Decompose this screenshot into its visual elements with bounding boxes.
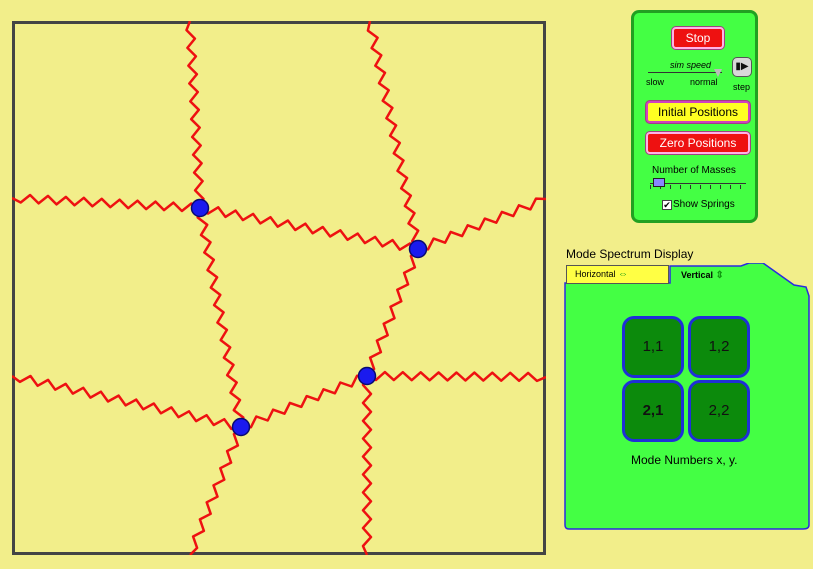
mass[interactable] [190,198,210,218]
number-of-masses-label: Number of Masses [652,165,736,176]
step-label: step [733,82,751,92]
horizontal-arrows-icon: ⇔ [618,269,629,280]
mode-panel-background [564,263,810,530]
simulation-boundary [12,21,546,555]
slider-tick [740,185,741,189]
mode-numbers-caption: Mode Numbers x, y. [631,453,738,467]
simulation-area[interactable] [12,21,546,555]
step-button[interactable]: ▮▶ [732,57,752,77]
slider-tick [700,185,701,189]
mode-button-2-1[interactable]: 2,1 [622,380,684,442]
tab-horizontal-label: Horizontal [575,269,616,279]
control-panel: Stop sim speed slow normal ▮▶ step Initi… [631,10,758,223]
slider-tick [670,185,671,189]
show-springs-toggle[interactable]: ✔ Show Springs [662,199,735,210]
speed-slow-label: slow [646,77,665,87]
vertical-arrows-icon: ⇕ [715,270,724,281]
mode-spectrum-title: Mode Spectrum Display [566,247,694,261]
zero-positions-button[interactable]: Zero Positions [646,132,750,154]
mass[interactable] [357,366,377,386]
slider-tick [690,185,691,189]
slider-tick [730,185,731,189]
mode-button-2-2[interactable]: 2,2 [688,380,750,442]
mode-button-1-2[interactable]: 1,2 [688,316,750,378]
tab-vertical[interactable]: Vertical ⇕ [681,269,741,283]
tab-vertical-label: Vertical [681,270,714,280]
show-springs-checkbox[interactable]: ✔ [662,199,672,210]
stop-button[interactable]: Stop [672,27,724,49]
slider-tick [650,185,651,189]
slider-tick [710,185,711,189]
show-springs-label: Show Springs [673,199,735,210]
checkmark-icon: ✔ [663,199,671,210]
mass[interactable] [408,239,428,259]
initial-positions-button[interactable]: Initial Positions [646,101,750,123]
number-of-masses-slider-thumb[interactable] [653,178,665,187]
step-icon: ▮▶ [735,61,749,72]
slider-tick [720,185,721,189]
simulation-canvas[interactable] [12,21,546,555]
sim-speed-slider-track[interactable] [648,72,722,73]
sim-speed-slider-thumb[interactable] [714,69,722,77]
mode-button-1-1[interactable]: 1,1 [622,316,684,378]
tab-horizontal[interactable]: Horizontal ⇔ [566,265,669,284]
slider-tick [680,185,681,189]
mass[interactable] [231,417,251,437]
sim-speed-label: sim speed [670,60,712,70]
mode-spectrum-panel: Horizontal ⇔ Vertical ⇕ 1,1 1,2 2,1 2,2 … [563,263,811,532]
speed-normal-label: normal [690,77,718,87]
